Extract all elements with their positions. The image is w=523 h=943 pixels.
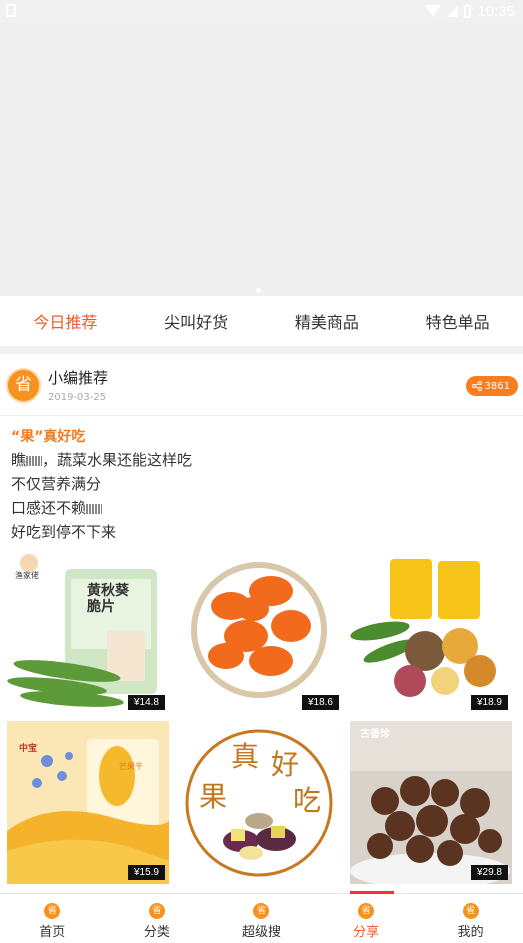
tab-today[interactable]: 今日推荐 [0,309,131,333]
post-line: 瞧，蔬菜水果还能这样吃 [11,451,193,469]
banner-char: 吃 [293,784,322,817]
product-okra-chips[interactable]: 渔家佬 黄秋葵 脆片 ¥14.8 [7,551,169,714]
price-tag: ¥14.8 [127,695,165,710]
sim-icon [6,4,16,17]
search-icon: 省 [253,903,270,919]
category-icon: 省 [148,903,165,919]
avatar[interactable]: 省 [6,368,41,403]
tabbar-mine[interactable]: 省 我的 [418,894,523,943]
sound-icon [26,456,43,466]
wifi-icon [425,5,442,17]
tab-fine-goods[interactable]: 精美商品 [262,309,393,333]
post-line: 好吃到停不下来 [11,523,117,541]
sound-icon [86,504,103,514]
category-tabs: 今日推荐 尖叫好货 精美商品 特色单品 [0,296,523,346]
price-tag: ¥15.9 [127,865,165,880]
banner-char: 真 [231,740,260,773]
post-line: 不仅营养满分 [11,475,102,493]
banner-char: 果 [199,780,228,813]
divider [0,346,523,354]
price-tag: ¥18.6 [301,695,339,710]
tabbar-super-search[interactable]: 省 超级搜 [209,894,314,943]
share-button[interactable]: 3861 [465,376,518,396]
product-dried-mango[interactable]: 中宝 芒果干 ¥15.9 [7,721,169,884]
package-label: 黄秋葵 脆片 [87,583,129,615]
tab-special[interactable]: 特色单品 [392,309,523,333]
product-dried-apricot[interactable]: ¥18.6 [181,551,343,714]
banner-char: 好 [271,748,300,781]
price-tag: ¥18.9 [470,695,508,710]
tabbar-home[interactable]: 省 首页 [0,894,105,943]
promo-circle-banner[interactable]: 真 好 果 吃 [181,721,343,884]
tabbar-share[interactable]: 省 分享 [314,894,419,943]
tabbar-category[interactable]: 省 分类 [105,894,210,943]
share-icon [471,381,482,391]
share-count: 3861 [484,380,510,392]
share-tab-icon: 省 [358,903,375,919]
product-vegetable-chips[interactable]: ¥18.9 [350,551,512,714]
post-header: 省 小编推荐 2019-03-25 3861 [0,354,523,416]
price-tag: ¥29.8 [470,865,508,880]
bottom-tab-bar: 省 首页 省 分类 省 超级搜 省 分享 省 我的 [0,891,523,943]
package-label: 芒果干 [119,762,143,771]
product-mushroom-chips[interactable]: 古香珍 ¥29.8 [350,721,512,884]
post-title: “果”真好吃 [11,429,86,445]
post-line: 口感还不赖 [11,496,511,520]
brand-label: 渔家佬 [15,571,39,580]
author-name: 小编推荐 [48,369,109,387]
post-body: “果”真好吃 瞧，蔬菜水果还能这样吃 不仅营养满分 口感还不赖 好吃到停不下来 [11,426,511,544]
brand-logo: 古香珍 [360,729,390,740]
carousel-indicator [256,288,261,293]
banner-carousel[interactable] [0,22,523,296]
signal-icon [447,5,459,17]
clock: 10:35 [477,2,515,20]
home-icon: 省 [44,903,61,919]
brand-logo: 中宝 [19,744,38,754]
profile-icon: 省 [462,903,479,919]
battery-icon [464,4,472,18]
status-bar: 10:35 [0,0,523,22]
tab-hot-goods[interactable]: 尖叫好货 [131,309,262,333]
post-date: 2019-03-25 [48,392,107,403]
